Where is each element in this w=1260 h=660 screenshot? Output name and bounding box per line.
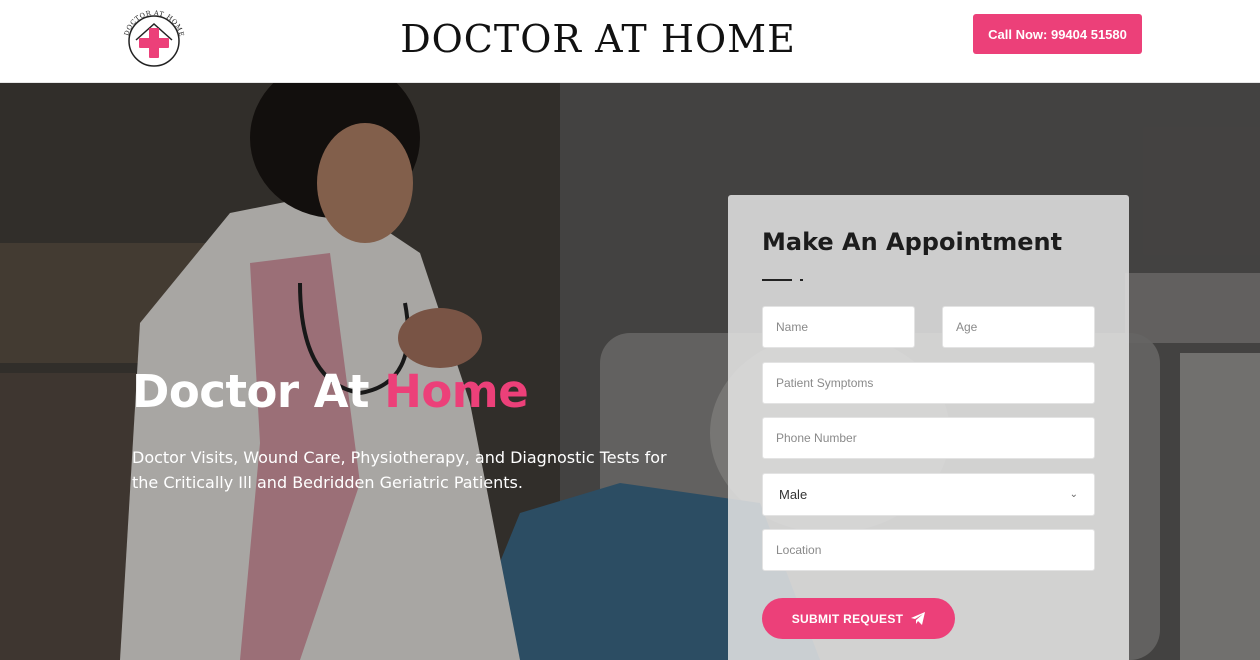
form-title: Make An Appointment bbox=[762, 228, 1063, 256]
age-input[interactable] bbox=[942, 306, 1095, 348]
name-input[interactable] bbox=[762, 306, 915, 348]
location-input[interactable] bbox=[762, 529, 1095, 571]
chevron-down-icon: ⌄ bbox=[1069, 489, 1078, 500]
hero-section: Doctor At Home Doctor Visits, Wound Care… bbox=[0, 83, 1260, 660]
symptoms-input[interactable] bbox=[762, 362, 1095, 404]
gender-select[interactable]: Male ⌄ bbox=[762, 473, 1095, 516]
appointment-form: Make An Appointment Male ⌄ SUBMIT REQUES… bbox=[728, 195, 1129, 660]
submit-request-button[interactable]: SUBMIT REQUEST bbox=[762, 598, 955, 639]
hero-title: Doctor At Home bbox=[132, 365, 529, 418]
hero-title-main: Doctor At bbox=[132, 365, 385, 418]
submit-request-label: SUBMIT REQUEST bbox=[791, 611, 904, 626]
site-header: DOCTOR AT HOME DOCTOR AT HOME Call Now: … bbox=[0, 0, 1260, 83]
gender-select-value: Male bbox=[779, 487, 808, 502]
hero-subtitle: Doctor Visits, Wound Care, Physiotherapy… bbox=[132, 448, 667, 492]
phone-input[interactable] bbox=[762, 417, 1095, 459]
call-now-button[interactable]: Call Now: 99404 51580 bbox=[973, 14, 1142, 54]
title-divider-dot bbox=[800, 279, 803, 281]
title-divider bbox=[762, 279, 792, 281]
paper-plane-icon bbox=[911, 612, 926, 625]
hero-title-accent: Home bbox=[384, 365, 529, 418]
